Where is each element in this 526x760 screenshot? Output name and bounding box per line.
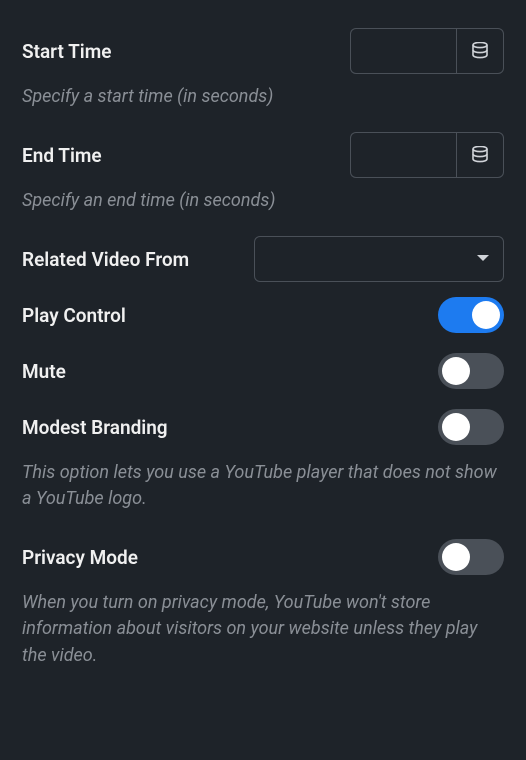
play-control-label: Play Control	[22, 304, 126, 327]
end-time-label: End Time	[22, 144, 102, 167]
modest-branding-help: This option lets you use a YouTube playe…	[22, 460, 504, 512]
database-icon	[472, 42, 488, 60]
related-video-label: Related Video From	[22, 248, 189, 271]
start-time-help: Specify a start time (in seconds)	[22, 84, 504, 110]
toggle-knob	[442, 543, 470, 571]
mute-toggle[interactable]	[438, 353, 504, 389]
toggle-knob	[442, 413, 470, 441]
related-video-row: Related Video From	[22, 236, 504, 282]
end-time-input-group	[350, 132, 504, 178]
modest-branding-label: Modest Branding	[22, 416, 168, 439]
end-time-row: End Time	[22, 132, 504, 178]
privacy-mode-row: Privacy Mode	[22, 534, 504, 580]
start-time-dynamic-button[interactable]	[456, 28, 504, 74]
toggle-knob	[442, 357, 470, 385]
related-video-select-wrap	[254, 236, 504, 282]
play-control-toggle[interactable]	[438, 297, 504, 333]
mute-label: Mute	[22, 360, 66, 383]
modest-branding-row: Modest Branding	[22, 404, 504, 450]
start-time-label: Start Time	[22, 40, 111, 63]
privacy-mode-label: Privacy Mode	[22, 546, 138, 569]
database-icon	[472, 146, 488, 164]
toggle-knob	[472, 301, 500, 329]
play-control-row: Play Control	[22, 292, 504, 338]
end-time-help: Specify an end time (in seconds)	[22, 188, 504, 214]
end-time-dynamic-button[interactable]	[456, 132, 504, 178]
start-time-input[interactable]	[350, 28, 456, 74]
related-video-select[interactable]	[254, 236, 504, 282]
start-time-input-group	[350, 28, 504, 74]
end-time-input[interactable]	[350, 132, 456, 178]
modest-branding-toggle[interactable]	[438, 409, 504, 445]
start-time-row: Start Time	[22, 28, 504, 74]
privacy-mode-help: When you turn on privacy mode, YouTube w…	[22, 590, 504, 668]
privacy-mode-toggle[interactable]	[438, 539, 504, 575]
mute-row: Mute	[22, 348, 504, 394]
